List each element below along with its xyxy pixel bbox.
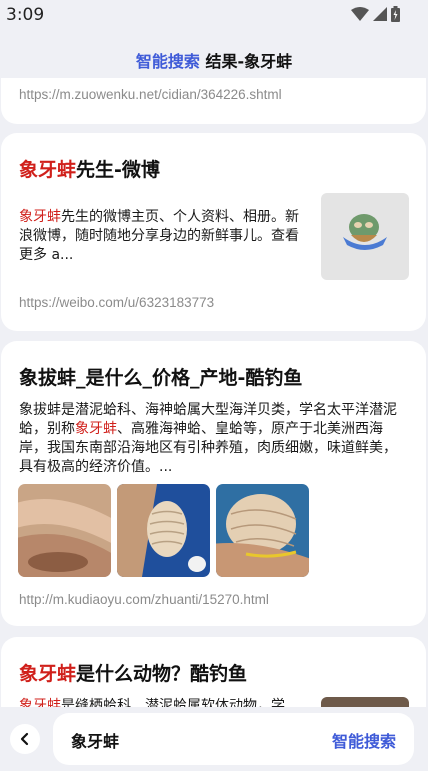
- smart-search-button[interactable]: 智能搜索: [332, 728, 396, 752]
- result-image[interactable]: [18, 484, 111, 577]
- result-description: 象牙蚌先生的微博主页、个人资料、相册。新浪微博，随时随地分享身边的新鲜事儿。查看…: [19, 208, 304, 265]
- search-box[interactable]: 象牙蚌 智能搜索: [53, 713, 414, 765]
- result-url[interactable]: https://weibo.com/u/6323183773: [19, 295, 214, 310]
- status-icons: [351, 6, 400, 22]
- result-card[interactable]: 象拔蚌_是什么_价格_产地-酷钓鱼 象拔蚌是潜泥蛤科、海神蛤属大型海洋贝类，学名…: [1, 341, 426, 626]
- status-bar: 3:09: [0, 0, 428, 30]
- result-card[interactable]: https://m.zuowenku.net/cidian/364226.sht…: [1, 78, 426, 124]
- result-description-text: 先生的微博主页、个人资料、相册。新浪微博，随时随地分享身边的新鲜事儿。查看更多 …: [19, 209, 299, 263]
- result-url[interactable]: http://m.kudiaoyu.com/zhuanti/15270.html: [19, 592, 269, 607]
- result-title-text: 先生-微博: [76, 159, 160, 181]
- result-url[interactable]: https://m.zuowenku.net/cidian/364226.sht…: [19, 87, 282, 102]
- result-title[interactable]: 象牙蚌先生-微博: [19, 155, 160, 182]
- battery-icon: [391, 6, 400, 22]
- result-card[interactable]: 象牙蚌先生-微博 象牙蚌先生的微博主页、个人资料、相册。新浪微博，随时随地分享身…: [1, 133, 426, 331]
- avatar-image: [343, 214, 387, 250]
- result-description: 象拔蚌是潜泥蛤科、海神蛤属大型海洋贝类，学名太平洋潜泥蛤，别称象牙蚌、高雅海神蛤…: [19, 401, 403, 477]
- bottom-search-bar: 象牙蚌 智能搜索: [0, 707, 428, 771]
- page-title: 智能搜索 结果-象牙蚌: [0, 48, 428, 72]
- search-input[interactable]: 象牙蚌: [71, 728, 119, 752]
- signal-icon: [373, 7, 387, 21]
- wifi-icon: [351, 7, 369, 21]
- chevron-left-icon: [20, 732, 29, 746]
- result-title-highlight: 象牙蚌: [19, 663, 77, 685]
- page-title-brand: 智能搜索: [135, 52, 200, 71]
- result-image[interactable]: [117, 484, 210, 577]
- result-title[interactable]: 象拔蚌_是什么_价格_产地-酷钓鱼: [19, 363, 302, 390]
- geoduck-image: [18, 484, 111, 577]
- result-title[interactable]: 象牙蚌是什么动物？酷钓鱼: [19, 659, 247, 686]
- back-button[interactable]: [10, 724, 40, 754]
- result-thumbnail[interactable]: [321, 193, 409, 280]
- result-title-text: 是什么动物？酷钓鱼: [76, 663, 248, 685]
- page-title-text: 结果-象牙蚌: [199, 52, 293, 71]
- result-image[interactable]: [216, 484, 309, 577]
- result-title-highlight: 象牙蚌: [19, 159, 77, 181]
- status-time: 3:09: [6, 5, 45, 25]
- result-description-highlight: 象牙蚌: [19, 209, 61, 225]
- geoduck-image: [216, 484, 309, 577]
- geoduck-image: [117, 484, 210, 577]
- result-description-highlight: 象牙蚌: [75, 421, 117, 437]
